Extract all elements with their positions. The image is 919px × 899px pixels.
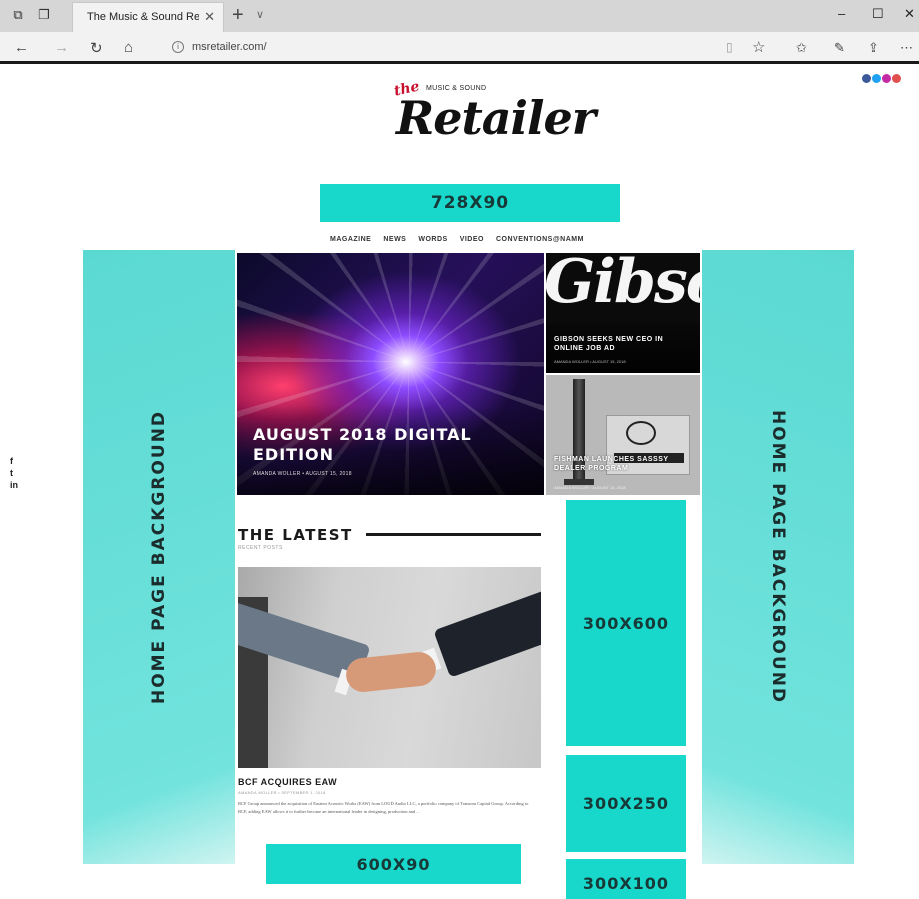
close-icon[interactable]: ✕ xyxy=(204,9,215,25)
nav-item-magazine[interactable]: MAGAZINE xyxy=(330,236,371,248)
nav-item-video[interactable]: VIDEO xyxy=(460,236,484,248)
main-nav: MAGAZINE NEWS WORDS VIDEO CONVENTIONS@NA… xyxy=(330,236,620,248)
tab-title: The Music & Sound Ret xyxy=(87,11,199,23)
social-icons-left: f t in xyxy=(10,455,18,491)
address-toolbar: ← → ↻ ⌂ i msretailer.com/ ▯ ☆ ✩ ✎ ⇪ ⋯ xyxy=(0,32,919,64)
nav-item-words[interactable]: WORDS xyxy=(418,236,447,248)
story-byline: AMANDA WOLLER • SEPTEMBER 1, 2018 xyxy=(238,790,326,795)
social-icons-top xyxy=(862,70,902,88)
info-icon[interactable]: i xyxy=(172,41,184,53)
tab-preview-icon[interactable]: ❐ xyxy=(36,7,52,23)
side-story-byline: AMANDA WOLLER • AUGUST 15, 2018 xyxy=(554,485,626,490)
ad-600x90[interactable]: 600X90 xyxy=(266,844,521,884)
reading-view-icon[interactable]: ▯ xyxy=(726,40,733,54)
browser-tab[interactable]: The Music & Sound Ret ✕ xyxy=(72,2,224,32)
gibson-logo-image: Gibson xyxy=(546,253,700,317)
forward-icon[interactable]: → xyxy=(54,39,69,56)
back-icon[interactable]: ← xyxy=(14,39,29,56)
facebook-icon[interactable] xyxy=(862,74,871,83)
twitter-icon[interactable] xyxy=(872,74,881,83)
twitter-icon[interactable]: t xyxy=(10,467,18,479)
side-story-title[interactable]: GIBSON SEEKS NEW CEO IN ONLINE JOB AD xyxy=(554,335,694,353)
favorite-star-icon[interactable]: ☆ xyxy=(752,38,765,56)
featured-title[interactable]: AUGUST 2018 DIGITAL EDITION xyxy=(253,425,533,465)
refresh-icon[interactable]: ↻ xyxy=(90,39,103,57)
facebook-icon[interactable]: f xyxy=(10,455,18,467)
figure-image-part xyxy=(433,586,541,678)
side-story-byline: AMANDA WOLLER • AUGUST 15, 2018 xyxy=(554,359,626,364)
maximize-icon[interactable]: ☐ xyxy=(872,6,884,22)
side-story-fishman[interactable]: FISHMAN LAUNCHES SASSSY DEALER PROGRAM A… xyxy=(546,375,700,495)
favorites-icon[interactable]: ✩ xyxy=(796,40,807,56)
story-image[interactable] xyxy=(238,567,541,768)
chevron-down-icon[interactable]: ∨ xyxy=(256,8,264,21)
site-logo[interactable]: the MUSIC & SOUND Retailer xyxy=(390,77,596,162)
latest-heading: THE LATEST xyxy=(238,526,353,544)
instagram-icon[interactable] xyxy=(882,74,891,83)
nav-item-conventions[interactable]: CONVENTIONS@NAMM xyxy=(496,236,584,248)
share-icon[interactable]: ⇪ xyxy=(868,40,879,56)
heading-divider xyxy=(366,533,541,536)
background-label-left: HOME PAGE BACKGROUND xyxy=(149,409,170,705)
logo-name: Retailer xyxy=(396,91,596,145)
ad-300x250[interactable]: 300X250 xyxy=(566,755,686,852)
ad-728x90[interactable]: 728X90 xyxy=(320,184,620,222)
linkedin-icon[interactable]: in xyxy=(10,479,18,491)
window-close-icon[interactable]: ✕ xyxy=(904,6,915,22)
url-field[interactable]: i msretailer.com/ ▯ ☆ xyxy=(160,36,780,60)
story-title[interactable]: BCF ACQUIRES EAW xyxy=(238,777,337,787)
new-tab-icon[interactable]: + xyxy=(232,4,244,27)
side-story-gibson[interactable]: Gibson GIBSON SEEKS NEW CEO IN ONLINE JO… xyxy=(546,253,700,373)
side-story-title[interactable]: FISHMAN LAUNCHES SASSSY DEALER PROGRAM xyxy=(554,455,674,473)
minimize-icon[interactable]: – xyxy=(838,6,845,21)
home-icon[interactable]: ⌂ xyxy=(124,39,133,56)
home-page-background-right[interactable]: HOME PAGE BACKGROUND xyxy=(702,250,854,864)
ad-300x100[interactable]: 300X100 xyxy=(566,859,686,899)
ad-300x600[interactable]: 300X600 xyxy=(566,500,686,746)
home-page-background-left[interactable]: HOME PAGE BACKGROUND xyxy=(83,250,235,864)
browser-tab-strip: ⧉ ❐ The Music & Sound Ret ✕ + ∨ – ☐ ✕ xyxy=(0,0,919,32)
more-icon[interactable]: ⋯ xyxy=(900,40,913,56)
cable-image xyxy=(626,421,656,445)
tab-actions-icon[interactable]: ⧉ xyxy=(10,7,26,23)
featured-story[interactable]: AUGUST 2018 DIGITAL EDITION AMANDA WOLLE… xyxy=(237,253,544,495)
latest-subheading: RECENT POSTS xyxy=(238,545,283,551)
youtube-icon[interactable] xyxy=(892,74,901,83)
featured-byline: AMANDA WOLLER • AUGUST 15, 2018 xyxy=(253,471,352,477)
story-excerpt: BCF Group announced the acquisition of E… xyxy=(238,801,529,814)
url-text: msretailer.com/ xyxy=(192,41,267,53)
pen-icon[interactable]: ✎ xyxy=(834,40,845,56)
webpage: the MUSIC & SOUND Retailer 728X90 MAGAZI… xyxy=(0,67,919,899)
nav-item-news[interactable]: NEWS xyxy=(383,236,406,248)
background-label-right: HOME PAGE BACKGROUND xyxy=(768,409,789,705)
